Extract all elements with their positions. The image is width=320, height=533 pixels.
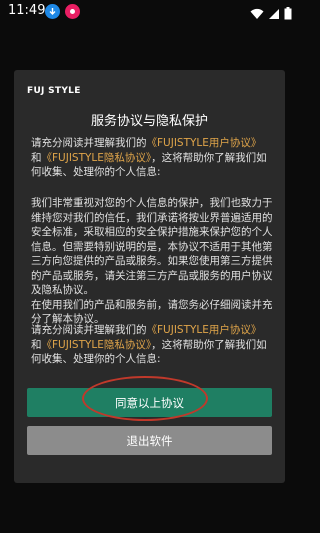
repeat-paragraph: 请充分阅读并理解我们的《FUJISTYLE用户协议》和《FUJISTYLE隐私协… — [31, 323, 276, 367]
status-bar: 11:49 — [0, 0, 300, 24]
download-arrow-icon — [45, 4, 60, 19]
privacy-dialog: FUJ STYLE 服务协议与隐私保护 请充分阅读并理解我们的《FUJISTYL… — [14, 70, 285, 483]
cellular-signal-icon — [268, 5, 280, 24]
repeat-and: 和 — [31, 338, 42, 351]
policy-paragraph: 我们非常重视对您的个人信息的保护，我们也致力于维持您对我们的信任，我们承诺将按业… — [31, 196, 276, 327]
system-icons — [250, 5, 292, 24]
bubble-app-icon — [65, 4, 80, 19]
notification-icons — [45, 4, 80, 19]
repeat-prefix: 请充分阅读并理解我们的 — [31, 324, 147, 336]
policy-text-2: 在使用我们的产品和服务前，请您务必仔细阅读并充分了解本协议。 — [31, 298, 273, 326]
exit-button[interactable]: 退出软件 — [27, 426, 272, 455]
user-agreement-link-2[interactable]: 《FUJISTYLE用户协议》 — [147, 324, 262, 336]
privacy-agreement-link[interactable]: 《FUJISTYLE隐私协议》 — [42, 152, 152, 164]
battery-icon — [284, 5, 292, 24]
policy-text: 我们非常重视对您的个人信息的保护，我们也致力于维持您对我们的信任，我们承诺将按业… — [31, 197, 273, 296]
status-time: 11:49 — [8, 3, 46, 18]
brand-logo-text: FUJ STYLE — [27, 86, 81, 96]
dialog-title: 服务协议与隐私保护 — [90, 114, 208, 129]
intro-and: 和 — [31, 151, 42, 164]
user-agreement-link[interactable]: 《FUJISTYLE用户协议》 — [147, 137, 262, 149]
intro-prefix: 请充分阅读并理解我们的 — [31, 137, 147, 149]
privacy-agreement-link-2[interactable]: 《FUJISTYLE隐私协议》 — [42, 339, 152, 351]
intro-paragraph: 请充分阅读并理解我们的《FUJISTYLE用户协议》和《FUJISTYLE隐私协… — [31, 136, 276, 180]
wifi-icon — [250, 5, 264, 24]
agree-button[interactable]: 同意以上协议 — [27, 388, 272, 417]
